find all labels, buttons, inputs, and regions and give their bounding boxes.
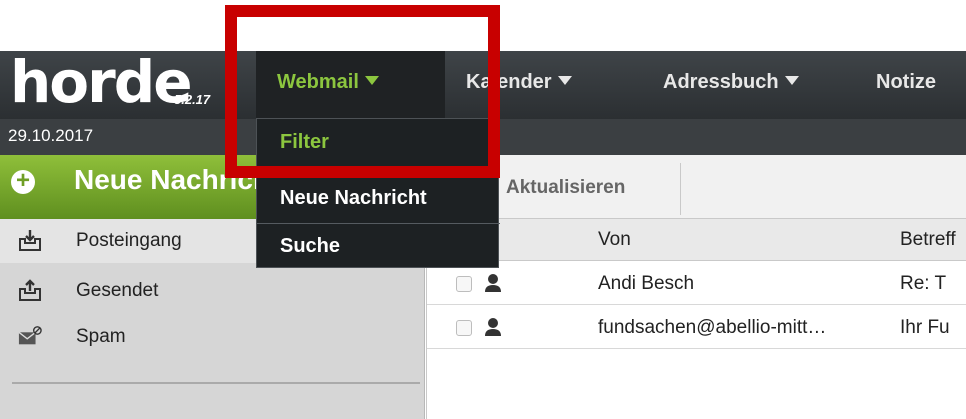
message-checkbox[interactable] [456,276,472,292]
folder-gesendet[interactable]: Gesendet [0,269,425,313]
current-date: 29.10.2017 [8,126,94,145]
person-icon [485,274,501,292]
menu-item-label: Neue Nachricht [280,187,427,209]
spam-icon [18,326,42,345]
message-list-header: Von Betreff [426,219,966,261]
refresh-label: Aktualisieren [506,177,626,198]
horde-logo[interactable]: horde 5.2.17 [10,48,260,118]
menu-item-label: Suche [280,235,341,257]
column-header-from[interactable]: Von [598,229,631,251]
logo-text: horde [10,48,193,116]
message-row[interactable]: fundsachen@abellio-mitt… Ihr Fu [426,306,966,349]
message-toolbar: Aktualisieren [426,155,966,219]
message-subject: Re: T [900,273,947,294]
folder-spam[interactable]: Spam [0,315,425,359]
menu-item-new-message[interactable]: Neue Nachricht [257,175,500,223]
highlight-box [225,5,500,178]
inbox-icon [19,230,41,251]
version-label: 5.2.17 [174,92,211,107]
outbox-icon [19,279,41,301]
message-checkbox[interactable] [456,320,472,336]
message-from: Andi Besch [598,273,695,294]
chevron-down-icon [557,76,572,85]
column-header-subject[interactable]: Betreff [900,229,956,251]
sidebar-divider [12,382,420,384]
nav-adressbuch-label: Adressbuch [663,71,779,93]
chevron-down-icon [784,76,799,85]
folder-label: Spam [76,326,126,347]
folder-label: Gesendet [76,280,159,301]
nav-notizen[interactable]: Notize [876,51,936,119]
person-icon [485,318,501,336]
refresh-button[interactable]: Aktualisieren [504,163,681,215]
nav-adressbuch[interactable]: Adressbuch [663,51,799,119]
menu-item-search[interactable]: Suche [257,223,500,271]
message-from: fundsachen@abellio-mitt… [598,317,827,338]
folder-label: Posteingang [76,230,182,251]
nav-notizen-label: Notize [876,71,936,93]
plus-icon: + [11,169,35,194]
message-subject: Ihr Fu [900,317,950,338]
message-row[interactable]: Andi Besch Re: T [426,262,966,305]
